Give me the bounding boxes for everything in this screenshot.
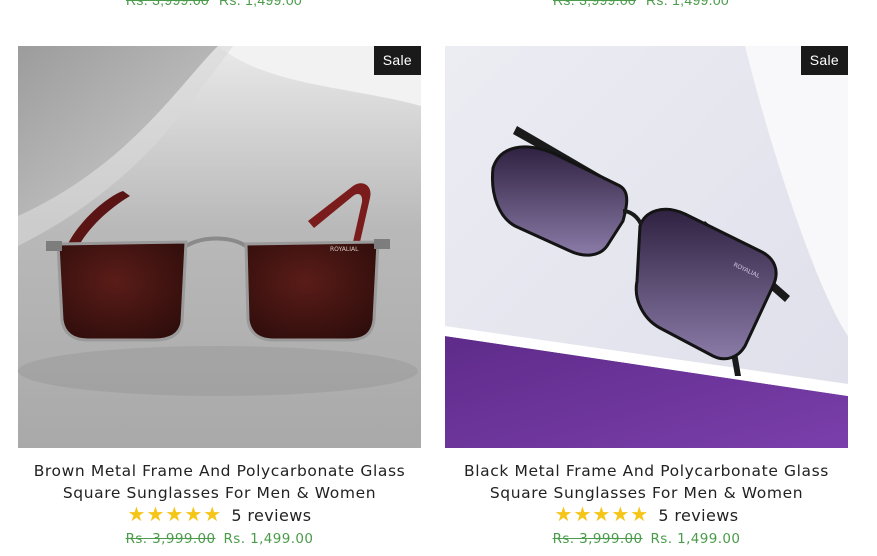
product-card-brown[interactable]: ROYALIAL Sale Brown Metal Frame And Poly… [18,46,421,547]
product-price: Rs. 3,999.00 Rs. 1,499.00 [18,531,421,547]
original-price: Rs. 3,999.00 [552,531,643,547]
product-grid: Rs. 3,999.00 Rs. 1,499.00 Rs. 3,999.00 Rs.… [0,0,877,556]
black-sunglasses-image: ROYALIAL [445,46,848,448]
brand-mark: ROYALIAL [330,246,359,253]
star-icon: ★ [146,502,165,526]
product-image[interactable]: ROYALIAL Sale [445,46,848,448]
star-icon: ★ [165,502,184,526]
star-icon: ★ [127,502,146,526]
sale-price: Rs. 1,499.00 [223,531,314,547]
sale-badge: Sale [800,46,848,75]
original-price: Rs. 3,999.00 [126,0,209,8]
sale-price: Rs. 1,499.00 [650,531,741,547]
review-count: 5 reviews [658,505,739,525]
star-icon: ★ [554,502,573,526]
product-image[interactable]: ROYALIAL Sale [18,46,421,448]
sale-badge: Sale [373,46,421,75]
review-count: 5 reviews [231,505,312,525]
brown-sunglasses-image: ROYALIAL [18,46,421,448]
product-rating[interactable]: ★★★★★ 5 reviews [445,504,848,526]
product-price: Rs. 3,999.00 Rs. 1,499.00 [445,531,848,547]
original-price: Rs. 3,999.00 [125,531,216,547]
star-icon: ★ [203,502,222,526]
star-rating: ★★★★★ [128,504,223,527]
sale-price: Rs. 1,499.00 [219,0,302,8]
star-icon: ★ [630,502,649,526]
price-row-above-right: Rs. 3,999.00 Rs. 1,499.00 [553,0,729,8]
star-icon: ★ [573,502,592,526]
sale-price: Rs. 1,499.00 [646,0,729,8]
price-row-above-left: Rs. 3,999.00 Rs. 1,499.00 [126,0,302,8]
star-icon: ★ [611,502,630,526]
original-price: Rs. 3,999.00 [553,0,636,8]
product-rating[interactable]: ★★★★★ 5 reviews [18,504,421,526]
product-title[interactable]: Black Metal Frame And Polycarbonate Glas… [445,460,848,504]
star-rating: ★★★★★ [555,504,650,527]
star-icon: ★ [592,502,611,526]
product-card-black[interactable]: ROYALIAL Sale Black Metal Frame And Poly… [445,46,848,547]
product-title[interactable]: Brown Metal Frame And Polycarbonate Glas… [18,460,421,504]
star-icon: ★ [184,502,203,526]
